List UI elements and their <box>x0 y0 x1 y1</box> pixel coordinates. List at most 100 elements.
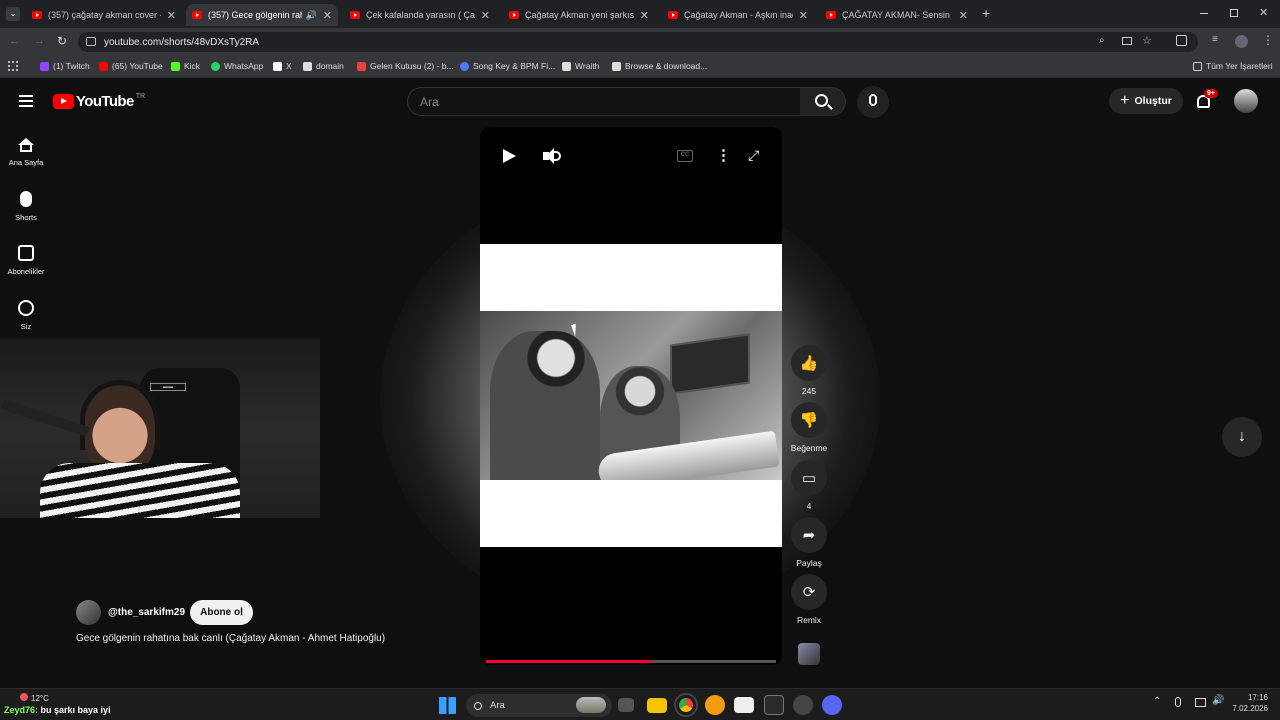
weather-widget[interactable]: 12°C <box>20 693 49 703</box>
thumbs-down-icon: 👎 <box>791 402 827 438</box>
tab-2[interactable]: Çek kafalanda yarasın ( Çağata✕ <box>344 4 496 26</box>
minimize-icon[interactable] <box>1200 13 1208 14</box>
video-progress-bar[interactable] <box>486 660 776 663</box>
channel-handle[interactable]: @the_sarkifm29 <box>108 607 185 618</box>
microphone-icon <box>869 94 877 106</box>
tray-display-icon[interactable] <box>1195 698 1206 707</box>
volume-button[interactable] <box>543 148 563 164</box>
install-app-icon[interactable] <box>1122 37 1132 45</box>
create-button[interactable]: + Oluştur <box>1109 88 1183 114</box>
discord-icon[interactable] <box>822 695 842 715</box>
extensions-icon[interactable] <box>1176 35 1187 46</box>
bookmark-twitch[interactable]: (1) Twitch <box>40 61 90 71</box>
search-input[interactable]: Ara <box>407 87 801 116</box>
media-control-icon[interactable]: ≡ <box>1212 34 1218 45</box>
channel-info[interactable]: @the_sarkifm29 <box>76 600 185 625</box>
dislike-button[interactable]: 👎 Beğenme <box>788 402 830 453</box>
windows-start-icon[interactable] <box>439 697 456 714</box>
tab-0[interactable]: (357) çağatay akman cover - Yo✕ <box>26 4 182 26</box>
clock[interactable]: 17:16 7.02.2026 <box>1232 693 1268 713</box>
bookmark-x[interactable]: X <box>273 61 292 71</box>
sidebar-item-you[interactable]: Siz <box>0 300 52 331</box>
fl-studio-icon[interactable] <box>705 695 725 715</box>
bookmark-browse[interactable]: Browse & download... <box>612 61 707 71</box>
back-icon[interactable]: ← <box>9 35 20 47</box>
site-info-icon[interactable] <box>86 37 96 46</box>
zoom-icon[interactable]: ⌕ <box>1099 35 1105 46</box>
remix-button[interactable]: ⟳ Remix <box>788 574 830 625</box>
close-tab-icon[interactable]: ✕ <box>481 9 490 22</box>
voice-search-button[interactable] <box>857 86 889 118</box>
bookmark-star-icon[interactable]: ☆ <box>1142 34 1152 47</box>
share-button[interactable]: ➦ Paylaş <box>788 517 830 568</box>
tab-1[interactable]: (357) Gece gölgenin rahatın🔊✕ <box>186 4 338 26</box>
tray-volume-icon[interactable]: 🔊 <box>1212 695 1224 706</box>
reload-icon[interactable]: ↻ <box>57 34 67 48</box>
bookmark-songkey[interactable]: Song Key & BPM Fi... <box>460 61 555 71</box>
bookmark-domain[interactable]: domain <box>303 61 344 71</box>
tab-4[interactable]: Çağatay Akman - Aşkın inadına✕ <box>662 4 814 26</box>
like-button[interactable]: 👍 245 <box>788 345 830 396</box>
address-bar[interactable]: youtube.com/shorts/48vDXsTy2RA ⌕ ☆ <box>78 32 1198 52</box>
chat-username: Zeyd76 <box>4 705 36 715</box>
new-tab-button[interactable]: + <box>982 5 990 21</box>
audio-playing-icon[interactable]: 🔊 <box>306 10 317 21</box>
player-more-icon[interactable]: ⋮ <box>716 146 731 164</box>
tab-3[interactable]: Çağatay Akman yeni şarkısı 20✕ <box>503 4 655 26</box>
page-icon <box>303 61 312 71</box>
bookmarks-bar: (1) Twitch (65) YouTube Kick WhatsApp X … <box>0 56 1280 78</box>
close-tab-icon[interactable]: ✕ <box>167 9 176 22</box>
chrome-icon[interactable] <box>676 695 696 715</box>
all-bookmarks[interactable]: Tüm Yer İşaretleri <box>1193 61 1273 71</box>
chat-overlay: Zeyd76: bu şarkı baya iyi <box>4 705 111 715</box>
menu-icon[interactable] <box>19 95 33 107</box>
bookmark-youtube[interactable]: (65) YouTube <box>99 61 163 71</box>
tab-5[interactable]: ÇAĞATAY AKMAN- Sensin Ben✕ <box>820 4 974 26</box>
page-icon <box>612 61 621 71</box>
tab-search-icon[interactable]: ⌄ <box>6 7 20 21</box>
fullscreen-icon[interactable]: ⤢ <box>748 148 763 163</box>
forward-icon[interactable]: → <box>34 35 45 47</box>
sidebar-item-home[interactable]: Ana Sayfa <box>0 138 52 167</box>
clock-date: 7.02.2026 <box>1232 704 1268 713</box>
bookmark-gmail[interactable]: Gelen Kutusu (2) - b... <box>357 61 454 71</box>
subscribe-button[interactable]: Abone ol <box>190 600 253 625</box>
x-icon <box>273 61 282 71</box>
close-tab-icon[interactable]: ✕ <box>640 9 649 22</box>
play-button[interactable] <box>503 149 516 163</box>
profile-avatar-icon[interactable] <box>1235 35 1248 48</box>
close-window-icon[interactable]: ✕ <box>1259 6 1268 19</box>
video-frame[interactable] <box>480 311 782 481</box>
sound-thumbnail[interactable] <box>798 643 820 665</box>
bookmark-wraith[interactable]: Wraith <box>562 61 599 71</box>
file-explorer-icon[interactable] <box>647 698 667 713</box>
youtube-logo[interactable]: YouTube TR <box>53 93 145 110</box>
subscriptions-icon <box>18 245 34 261</box>
next-video-button[interactable]: ↓ <box>1222 417 1262 457</box>
restore-icon[interactable] <box>1230 9 1238 17</box>
sidebar-item-shorts[interactable]: Shorts <box>0 191 52 222</box>
task-view-icon[interactable] <box>618 698 634 712</box>
notifications-button[interactable]: 9+ <box>1193 89 1218 113</box>
store-icon[interactable] <box>734 697 754 713</box>
channel-avatar[interactable] <box>76 600 101 625</box>
close-tab-icon[interactable]: ✕ <box>959 9 968 22</box>
account-avatar[interactable] <box>1234 89 1258 113</box>
bookmark-whatsapp[interactable]: WhatsApp <box>211 61 263 71</box>
comments-button[interactable]: ▭ 4 <box>788 460 830 511</box>
video-title[interactable]: Gece gölgenin rahatına bak canlı (Çağata… <box>76 633 385 644</box>
terminal-icon[interactable] <box>764 695 784 715</box>
apps-grid-icon[interactable] <box>8 61 18 71</box>
taskbar-search[interactable]: Ara <box>466 694 612 717</box>
close-tab-icon[interactable]: ✕ <box>323 9 332 22</box>
close-tab-icon[interactable]: ✕ <box>799 9 808 22</box>
youtube-favicon-icon <box>350 11 360 19</box>
search-button[interactable] <box>800 87 846 116</box>
tray-mic-icon[interactable] <box>1175 697 1181 707</box>
tray-overflow-icon[interactable]: ⌃ <box>1153 696 1161 707</box>
browser-menu-icon[interactable]: ⋮ <box>1262 33 1274 47</box>
captions-button[interactable]: CC <box>677 150 693 162</box>
steam-icon[interactable] <box>793 695 813 715</box>
bookmark-kick[interactable]: Kick <box>171 61 200 71</box>
sidebar-item-subscriptions[interactable]: Abonelikler <box>0 245 52 276</box>
